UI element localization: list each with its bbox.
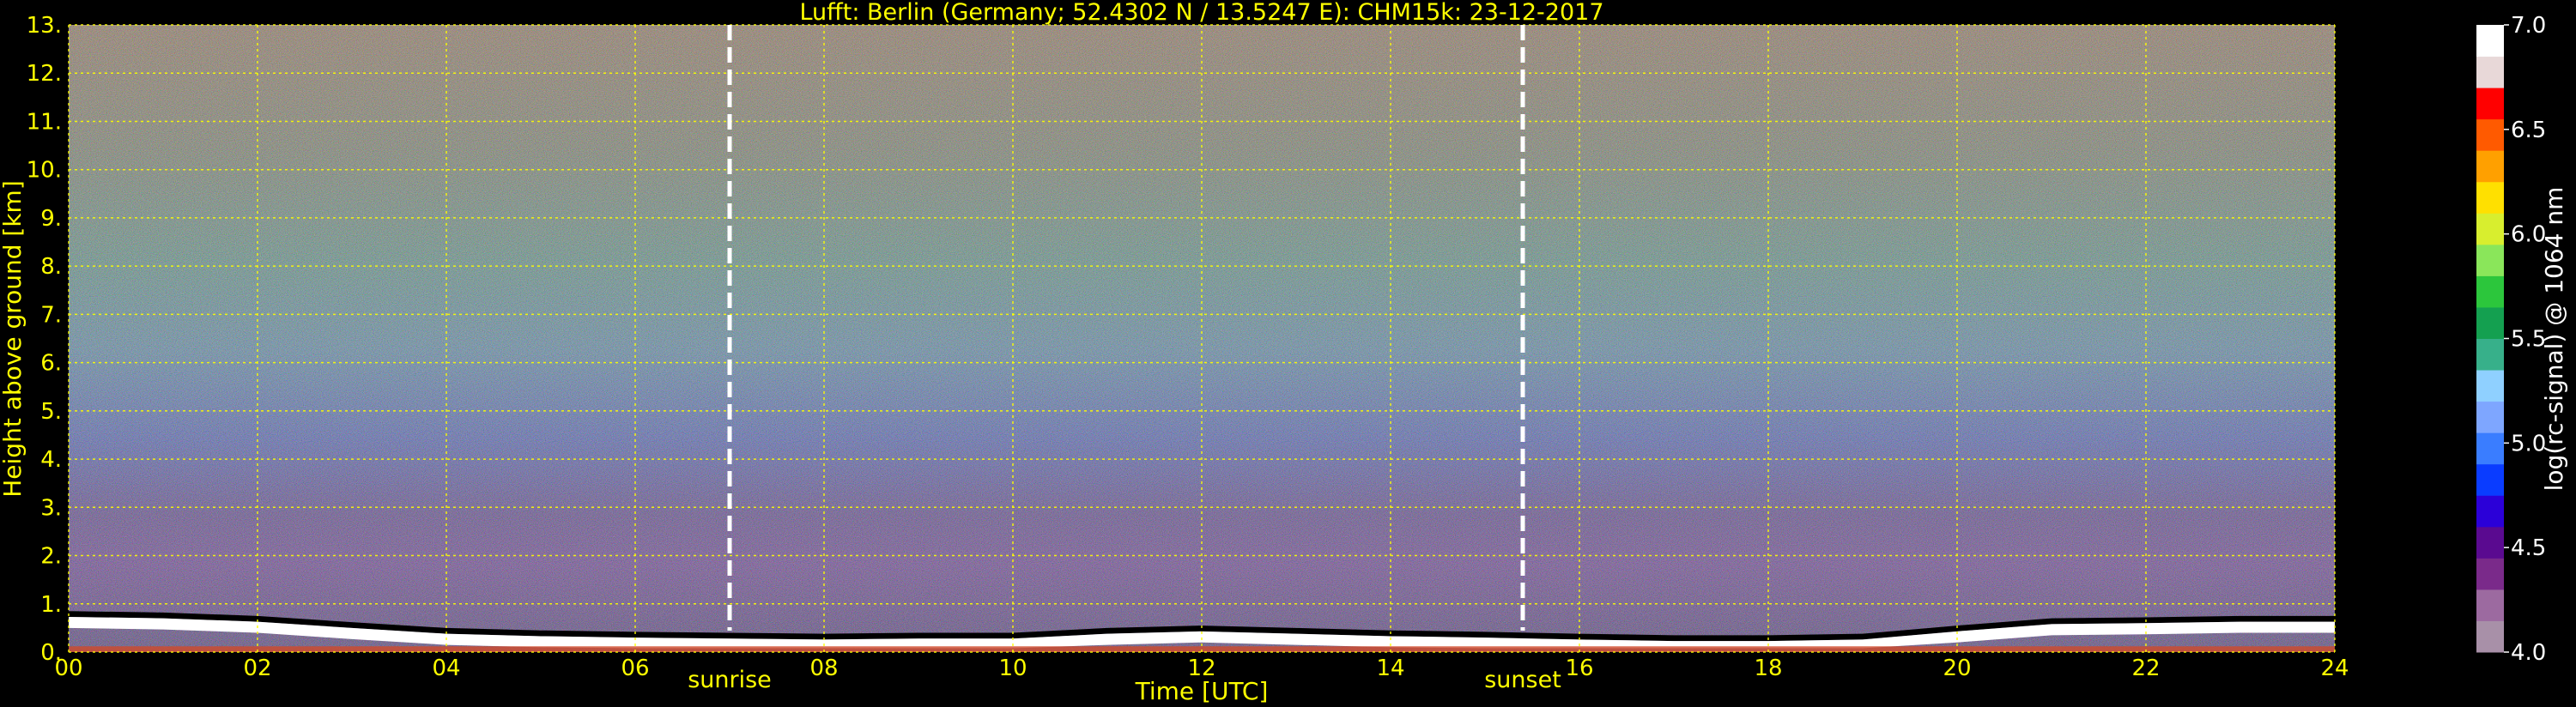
colorbar-bin (2476, 589, 2504, 621)
y-tick-label: 4. (40, 447, 62, 473)
colorbar-tick-label: 7.0 (2511, 13, 2546, 39)
colorbar-bin (2476, 181, 2504, 214)
y-tick-labels: 0.1.2.3.4.5.6.7.8.9.10.11.12.13. (27, 13, 62, 666)
y-tick-label: 12. (27, 61, 62, 87)
colorbar-bins (2476, 25, 2504, 653)
y-tick-label: 6. (40, 351, 62, 377)
colorbar-bin (2476, 275, 2504, 308)
x-tick-label: 14 (1376, 656, 1404, 681)
colorbar-tick-label: 4.0 (2511, 640, 2546, 666)
chart-title: Lufft: Berlin (Germany; 52.4302 N / 13.5… (799, 0, 1603, 26)
y-tick-label: 3. (40, 495, 62, 521)
colorbar-bin (2476, 118, 2504, 151)
colorbar-tick-label: 6.5 (2511, 118, 2546, 143)
colorbar-bin (2476, 463, 2504, 496)
x-tick-label: 06 (621, 656, 649, 681)
y-tick-label: 11. (27, 109, 62, 135)
sunrise-label: sunrise (688, 667, 772, 693)
y-axis-label: Height above ground [km] (0, 180, 27, 498)
colorbar-bin (2476, 213, 2504, 245)
colorbar-bin (2476, 526, 2504, 559)
colorbar-bin (2476, 620, 2504, 653)
colorbar-bin (2476, 495, 2504, 528)
y-tick-label: 13. (27, 13, 62, 39)
colorbar-bin (2476, 244, 2504, 276)
y-tick-label: 5. (40, 399, 62, 425)
colorbar-bin (2476, 56, 2504, 88)
colorbar-bin (2476, 558, 2504, 590)
colorbar: 4.04.55.05.56.06.57.0 log(rc-signal) @ 1… (2476, 13, 2568, 666)
sunset-label: sunset (1484, 667, 1561, 693)
y-tick-label: 8. (40, 254, 62, 280)
x-axis-label: Time [UTC] (1135, 677, 1269, 705)
colorbar-bin (2476, 401, 2504, 433)
plot-area: sunrise sunset (68, 24, 2336, 693)
x-tick-label: 24 (2320, 656, 2349, 681)
x-tick-label: 00 (54, 656, 82, 681)
colorbar-label: log(rc-signal) @ 1064 nm (2540, 187, 2568, 492)
x-tick-label: 22 (2131, 656, 2160, 681)
colorbar-tick-label: 4.5 (2511, 535, 2546, 561)
x-tick-label: 20 (1943, 656, 1971, 681)
y-tick-label: 1. (40, 592, 62, 618)
x-tick-label: 16 (1565, 656, 1593, 681)
colorbar-bin (2476, 25, 2504, 57)
ceilometer-chart: sunrise sunset 0.1.2.3.4.5.6.7.8.9.10.11.… (0, 0, 2568, 705)
y-tick-label: 2. (40, 544, 62, 570)
y-tick-label: 10. (27, 158, 62, 184)
colorbar-bin (2476, 338, 2504, 371)
colorbar-bin (2476, 432, 2504, 465)
x-tick-label: 10 (998, 656, 1027, 681)
colorbar-bin (2476, 88, 2504, 120)
y-tick-label: 7. (40, 302, 62, 328)
colorbar-bin (2476, 306, 2504, 339)
colorbar-bin (2476, 370, 2504, 402)
x-tick-label: 08 (809, 656, 838, 681)
x-tick-label: 04 (432, 656, 460, 681)
x-tick-label: 18 (1754, 656, 1782, 681)
x-tick-label: 02 (243, 656, 271, 681)
y-tick-label: 9. (40, 206, 62, 232)
colorbar-bin (2476, 150, 2504, 183)
